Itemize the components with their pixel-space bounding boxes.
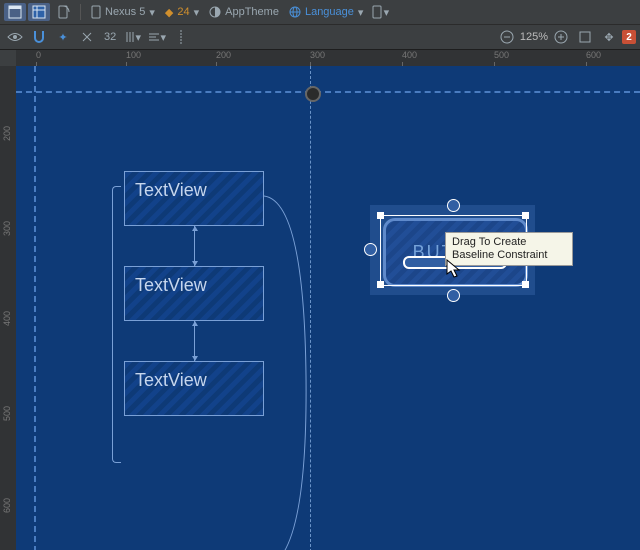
pack-icon[interactable]: ▾ bbox=[122, 28, 144, 46]
ruler-horizontal: 0 100 200 300 400 500 600 bbox=[16, 50, 640, 67]
zoom-level[interactable]: 125% bbox=[520, 31, 548, 43]
device-picker[interactable]: Nexus 5 ▾ bbox=[87, 3, 159, 21]
chain-bracket bbox=[112, 186, 121, 463]
api-picker[interactable]: ◆ 24 ▾ bbox=[161, 3, 203, 21]
ruler-vertical: 200 300 400 500 600 bbox=[0, 66, 17, 550]
theme-picker[interactable]: AppTheme bbox=[205, 3, 283, 21]
fit-icon[interactable] bbox=[574, 28, 596, 46]
orientation-icon[interactable] bbox=[52, 3, 74, 21]
constraint-handle-bottom[interactable] bbox=[447, 289, 460, 302]
textview-1[interactable]: TextView bbox=[124, 171, 264, 226]
dropdown-caret-icon: ▾ bbox=[194, 6, 200, 19]
warnings-badge[interactable]: 2 bbox=[622, 30, 636, 44]
theme-label: AppTheme bbox=[225, 6, 279, 18]
clear-constraints-icon[interactable] bbox=[76, 28, 98, 46]
align-icon[interactable]: ▾ bbox=[146, 28, 168, 46]
layout-bound-top bbox=[16, 91, 640, 93]
default-margin-value[interactable]: 32 bbox=[100, 31, 120, 43]
design-surface-icon[interactable] bbox=[4, 3, 26, 21]
resize-handle-se[interactable] bbox=[522, 281, 529, 288]
config-toolbar: Nexus 5 ▾ ◆ 24 ▾ AppTheme Language ▾ ▾ bbox=[0, 0, 640, 25]
workspace: 0 100 200 300 400 500 600 200 300 400 50… bbox=[0, 50, 640, 550]
editor-toolbar: ✦ 32 ▾ ▾ 125% ✥ 2 bbox=[0, 25, 640, 50]
dropdown-caret-icon: ▾ bbox=[358, 6, 364, 19]
status-bar-dot bbox=[305, 86, 321, 102]
locale-picker[interactable]: Language ▾ bbox=[285, 3, 367, 21]
device-label: Nexus 5 bbox=[105, 6, 145, 18]
zoom-in-icon[interactable] bbox=[550, 28, 572, 46]
blueprint-canvas[interactable]: TextView TextView TextView BUTTON Drag T… bbox=[16, 66, 640, 550]
api-icon: ◆ bbox=[165, 6, 173, 19]
api-label: 24 bbox=[177, 6, 189, 18]
constraint-curve bbox=[264, 196, 324, 550]
tooltip: Drag To Create Baseline Constraint bbox=[445, 232, 573, 266]
resize-handle-ne[interactable] bbox=[522, 212, 529, 219]
chain-link bbox=[194, 321, 196, 361]
variant-picker[interactable]: ▾ bbox=[369, 3, 391, 21]
resize-handle-nw[interactable] bbox=[377, 212, 384, 219]
blueprint-surface-icon[interactable] bbox=[28, 3, 50, 21]
eye-icon[interactable] bbox=[4, 28, 26, 46]
dropdown-caret-icon: ▾ bbox=[149, 6, 155, 19]
chain-link bbox=[194, 226, 196, 266]
button-widget[interactable]: BUTTON Drag To Create Baseline Constrain… bbox=[370, 205, 535, 295]
constraint-handle-top[interactable] bbox=[447, 199, 460, 212]
cursor-icon bbox=[446, 259, 462, 279]
textview-2[interactable]: TextView bbox=[124, 266, 264, 321]
zoom-out-icon[interactable] bbox=[496, 28, 518, 46]
constraint-handle-left[interactable] bbox=[364, 243, 377, 256]
guideline-icon[interactable] bbox=[170, 28, 192, 46]
pan-icon[interactable]: ✥ bbox=[598, 28, 620, 46]
locale-label: Language bbox=[305, 6, 354, 18]
resize-handle-sw[interactable] bbox=[377, 281, 384, 288]
wand-icon[interactable]: ✦ bbox=[52, 28, 74, 46]
textview-3[interactable]: TextView bbox=[124, 361, 264, 416]
magnet-icon[interactable] bbox=[28, 28, 50, 46]
layout-bound-left bbox=[34, 66, 36, 550]
